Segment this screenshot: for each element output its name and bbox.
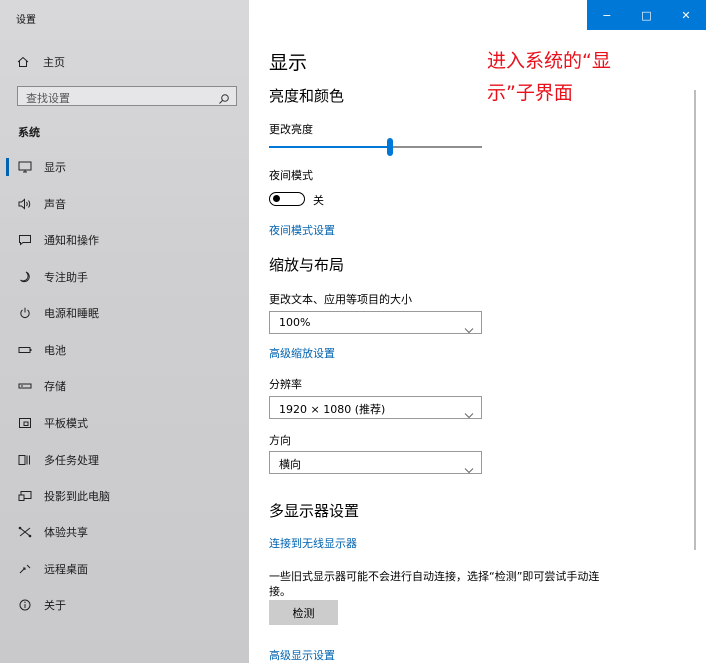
sidebar-item-label: 电源和睡眠 <box>44 307 99 320</box>
search-icon[interactable] <box>218 90 230 104</box>
resolution-value: 1920 × 1080 (推荐) <box>279 403 386 416</box>
chevron-down-icon <box>464 404 474 419</box>
sidebar-item-label: 声音 <box>44 198 66 211</box>
notification-icon <box>17 233 33 247</box>
sidebar-item-storage[interactable]: 存储 <box>0 374 249 398</box>
night-light-state: 关 <box>313 194 324 207</box>
sidebar-item-label: 体验共享 <box>44 526 88 539</box>
storage-icon <box>17 379 33 393</box>
sidebar-item-label: 专注助手 <box>44 271 88 284</box>
selected-indicator <box>6 158 9 176</box>
sidebar-item-notifications[interactable]: 通知和操作 <box>0 228 249 252</box>
orientation-value: 横向 <box>279 458 301 471</box>
sidebar-item-label: 平板模式 <box>44 417 88 430</box>
maximize-button[interactable]: □ <box>627 0 667 30</box>
connect-wireless-display-link[interactable]: 连接到无线显示器 <box>269 535 357 551</box>
sidebar-item-power-sleep[interactable]: 电源和睡眠 <box>0 301 249 325</box>
multi-display-description-cont: 接。 <box>269 585 291 598</box>
night-light-label: 夜间模式 <box>269 169 313 182</box>
remote-icon <box>17 562 33 576</box>
resolution-select[interactable]: 1920 × 1080 (推荐) <box>269 396 482 419</box>
brightness-slider-fill <box>269 146 390 148</box>
brightness-slider-thumb[interactable] <box>387 138 393 156</box>
scale-select[interactable]: 100% <box>269 311 482 334</box>
multitask-icon <box>17 453 33 467</box>
section-heading-multi-display: 多显示器设置 <box>269 502 360 520</box>
scrollbar[interactable] <box>694 90 696 550</box>
sidebar-item-label: 显示 <box>44 161 66 174</box>
annotation-line-1: 进入系统的“显 <box>487 50 611 72</box>
sidebar-item-tablet-mode[interactable]: 平板模式 <box>0 411 249 435</box>
sidebar-item-sound[interactable]: 声音 <box>0 192 249 216</box>
scale-size-label: 更改文本、应用等项目的大小 <box>269 293 412 306</box>
power-icon <box>17 306 33 320</box>
info-icon <box>17 598 33 612</box>
sidebar-item-battery[interactable]: 电池 <box>0 338 249 362</box>
moon-icon <box>17 270 33 284</box>
advanced-scaling-link[interactable]: 高级缩放设置 <box>269 345 335 361</box>
sidebar-section-system: 系统 <box>18 126 40 139</box>
speaker-icon <box>17 197 33 211</box>
sidebar-item-label: 关于 <box>44 599 66 612</box>
sidebar-item-label: 投影到此电脑 <box>44 490 110 503</box>
sidebar-item-remote-desktop[interactable]: 远程桌面 <box>0 557 249 581</box>
multi-display-description: 一些旧式显示器可能不会进行自动连接，选择“检测”即可尝试手动连 <box>269 570 600 583</box>
sidebar-item-multitasking[interactable]: 多任务处理 <box>0 448 249 472</box>
annotation-line-2: 示”子界面 <box>487 82 573 104</box>
chevron-down-icon <box>464 319 474 334</box>
detect-button[interactable]: 检测 <box>269 600 338 625</box>
home-icon <box>17 56 29 68</box>
sidebar: 设置 主页 查找设置 系统 显示 声音 通知和操作 专注助手 电源和睡眠 电池 … <box>0 0 249 663</box>
section-heading-brightness: 亮度和颜色 <box>269 87 345 105</box>
search-placeholder: 查找设置 <box>26 92 70 105</box>
tablet-icon <box>17 416 33 430</box>
orientation-label: 方向 <box>269 434 291 447</box>
scale-value: 100% <box>279 316 311 329</box>
page-title: 显示 <box>269 52 308 74</box>
chevron-down-icon <box>464 459 474 474</box>
sidebar-item-project-to-pc[interactable]: 投影到此电脑 <box>0 484 249 508</box>
toggle-knob <box>273 195 280 202</box>
night-light-settings-link[interactable]: 夜间模式设置 <box>269 222 335 238</box>
close-button[interactable]: ✕ <box>666 0 706 30</box>
minimize-button[interactable]: − <box>587 0 627 30</box>
sidebar-item-label: 通知和操作 <box>44 234 99 247</box>
sidebar-item-label: 电池 <box>44 344 66 357</box>
advanced-display-settings-link[interactable]: 高级显示设置 <box>269 647 335 663</box>
battery-icon <box>17 343 33 357</box>
sidebar-item-label: 存储 <box>44 380 66 393</box>
sidebar-item-shared-experiences[interactable]: 体验共享 <box>0 520 249 544</box>
monitor-icon <box>17 160 33 174</box>
brightness-label: 更改亮度 <box>269 123 313 136</box>
resolution-label: 分辨率 <box>269 378 302 391</box>
project-icon <box>17 489 33 503</box>
section-heading-scale: 缩放与布局 <box>269 256 345 274</box>
app-title: 设置 <box>16 15 36 26</box>
shared-icon <box>17 525 33 539</box>
sidebar-item-focus-assist[interactable]: 专注助手 <box>0 265 249 289</box>
sidebar-home[interactable]: 主页 <box>17 53 65 71</box>
sidebar-item-label: 多任务处理 <box>44 454 99 467</box>
sidebar-home-label: 主页 <box>43 56 65 69</box>
sidebar-item-about[interactable]: 关于 <box>0 593 249 617</box>
window-controls: − □ ✕ <box>587 0 706 30</box>
sidebar-item-label: 远程桌面 <box>44 563 88 576</box>
search-input[interactable]: 查找设置 <box>17 86 237 106</box>
night-light-toggle[interactable] <box>269 192 305 206</box>
sidebar-item-display[interactable]: 显示 <box>0 155 249 179</box>
orientation-select[interactable]: 横向 <box>269 451 482 474</box>
